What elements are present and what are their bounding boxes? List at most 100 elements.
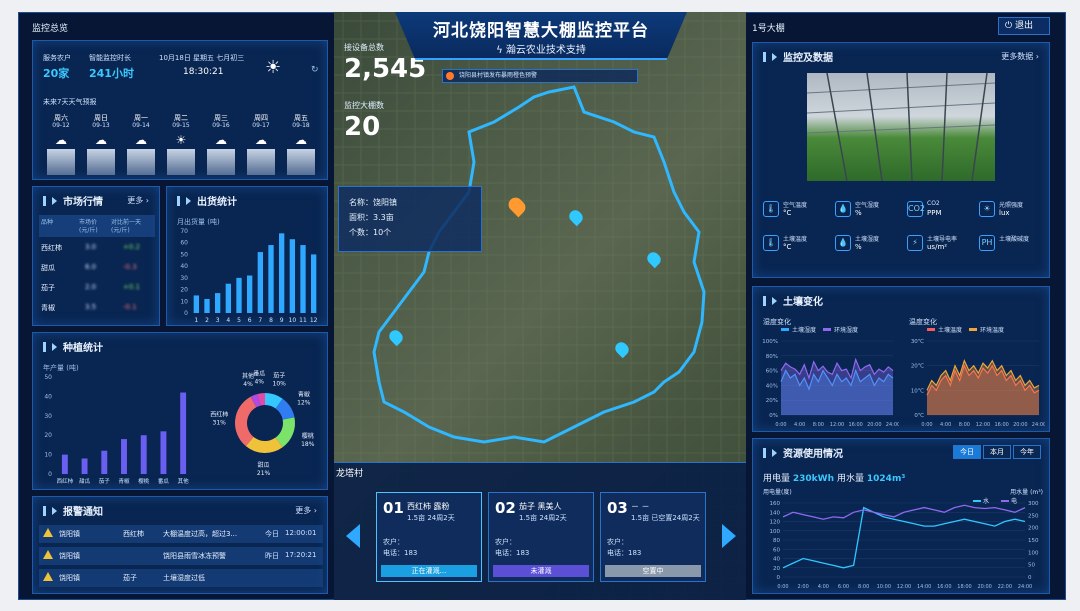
x-tick-label: 14:00 bbox=[917, 584, 931, 590]
series-line bbox=[782, 506, 1026, 569]
greenhouse-camera-feed[interactable] bbox=[807, 73, 995, 181]
card-number: 02 bbox=[495, 499, 516, 517]
x-tick-label: 3 bbox=[216, 317, 220, 324]
card-status-button[interactable]: 正在灌溉... bbox=[381, 565, 477, 577]
x-tick-label: 其他 bbox=[178, 477, 190, 485]
alert-message: 土壤湿度过低 bbox=[163, 574, 205, 582]
planting-donut-chart: 茄子10%青椒12%樱桃18%甜瓜21%西红柿31%其他4%番瓜4% bbox=[210, 370, 315, 477]
planting-header: 种植统计 bbox=[43, 339, 103, 354]
x-tick-label: 甜瓜 bbox=[79, 477, 91, 485]
region-area: 面积：3.3亩 bbox=[349, 213, 394, 222]
overview-panel: 服务农户 20家 智能监控时长 241小时 10月18日 星期五 七月初三 18… bbox=[32, 40, 328, 180]
greenhouse-selector[interactable]: 1号大棚 bbox=[752, 21, 785, 34]
pie-label: 番瓜 bbox=[253, 370, 265, 377]
warning-icon bbox=[43, 528, 53, 537]
y-tick-label: 10 bbox=[44, 452, 52, 459]
alert-row[interactable]: 饶阳镇 饶阳县雨雪冰冻预警 昨日 17:20:21 bbox=[39, 547, 323, 565]
right-axis-unit: 用水量 (m³) bbox=[1010, 488, 1043, 496]
alert-message: 饶阳县雨雪冰冻预警 bbox=[163, 552, 226, 560]
bar bbox=[193, 295, 199, 313]
alert-row[interactable]: 饶阳镇 西红柿 大棚温度过高，超过3... 今日 12:00:01 bbox=[39, 525, 323, 543]
x-tick-label: 10 bbox=[289, 317, 297, 324]
next-arrow-icon[interactable] bbox=[722, 524, 736, 548]
y-tick-label: 40 bbox=[44, 393, 52, 400]
refresh-icon[interactable]: ↻ bbox=[311, 65, 319, 75]
sensor-reading: PH 土壤酸碱度 bbox=[979, 233, 1049, 255]
y-tick-label: 20% bbox=[766, 398, 778, 404]
sensor-icon: ☀ bbox=[979, 201, 995, 217]
sensor-value: lux bbox=[999, 209, 1010, 217]
y-tick-label: 40 bbox=[773, 557, 780, 563]
bar bbox=[247, 275, 253, 313]
x-tick-label: 1 bbox=[194, 317, 198, 324]
x-tick-label: 4 bbox=[226, 317, 230, 324]
greenhouse-label: 监控大棚数 bbox=[344, 101, 384, 110]
power-usage: 用电量 230kWh bbox=[763, 471, 834, 484]
card-status-button[interactable]: 空置中 bbox=[605, 565, 701, 577]
bar bbox=[101, 450, 108, 474]
x-tick-label: 8:00 bbox=[959, 422, 970, 428]
sensor-reading: ⚡ 土壤导电率 us/m² bbox=[907, 233, 977, 255]
y-tick-label: 20 bbox=[180, 287, 188, 294]
card-crop: 茄子 黑美人 bbox=[519, 502, 562, 511]
card-farmer: 农户： bbox=[495, 538, 516, 546]
y2-tick-label: 150 bbox=[1028, 538, 1039, 544]
greenhouse-card[interactable]: 03 － － 1.5亩 已空置24周2天 农户： 电话：183 空置中 bbox=[600, 492, 706, 582]
card-status-button[interactable]: 未灌溉 bbox=[493, 565, 589, 577]
pie-percent: 10% bbox=[273, 380, 287, 387]
clock-text: 18:30:21 bbox=[183, 67, 224, 77]
shipping-bar-chart: 0102030405060701 2 3 4 5 6 7 8 9 10 11 12 bbox=[180, 228, 317, 324]
farmers-label: 服务农户 bbox=[43, 54, 71, 62]
monitor-panel: 监控及数据 更多数据 › 🌡 空气温度 °C 💧 空气湿度% CO2 CO2 PPM ☀ 光照强度… bbox=[752, 42, 1050, 278]
logout-button[interactable]: ⏻ 退出 bbox=[998, 17, 1050, 35]
farmers-value: 20家 bbox=[43, 67, 70, 80]
planting-title: 种植统计 bbox=[63, 343, 103, 354]
market-more-link[interactable]: 更多 › bbox=[127, 195, 149, 206]
bar bbox=[81, 458, 88, 474]
y-tick-label: 20 bbox=[773, 566, 780, 572]
bar bbox=[300, 245, 306, 313]
forecast-date: 09-18 bbox=[292, 122, 310, 129]
warning-notice[interactable]: 饶阳县村镇发布暴雨橙色预警 bbox=[442, 69, 638, 83]
device-label: 接设备总数 bbox=[344, 43, 384, 52]
market-column-header: 对比前一天 (元/斤) bbox=[111, 219, 142, 234]
bar bbox=[225, 283, 231, 313]
sensor-reading: ☀ 光照强度 lux bbox=[979, 199, 1049, 221]
resource-tab[interactable]: 今年 bbox=[1013, 445, 1041, 459]
sun-icon: ☀ bbox=[175, 133, 187, 147]
market-header: 市场行情 bbox=[43, 193, 103, 208]
resource-tab[interactable]: 本月 bbox=[983, 445, 1011, 459]
greenhouse-card[interactable]: 02 茄子 黑美人 1.5亩 24周2天 农户： 电话：183 未灌溉 bbox=[488, 492, 594, 582]
legend-swatch bbox=[781, 328, 789, 331]
planting-bar-chart: 0 10 20 30 40 50 西红柿 甜瓜 茄子 青椒 樱桃 番瓜 其他 bbox=[44, 374, 190, 485]
monitor-more-link[interactable]: 更多数据 › bbox=[1001, 51, 1039, 62]
y-tick-label: 20 bbox=[44, 432, 52, 439]
resources-panel: 资源使用情况 用电量 230kWh 用水量 1024m³ 用电量(度) 用水量 (… bbox=[752, 438, 1050, 594]
sensor-reading: 🌡 空气温度 °C bbox=[763, 199, 833, 221]
page-title: 河北饶阳智慧大棚监控平台 bbox=[433, 21, 649, 41]
x-tick-label: 4:00 bbox=[818, 584, 829, 590]
x-tick-label: 2 bbox=[205, 317, 209, 324]
sensor-icon: 🌡 bbox=[763, 201, 779, 217]
y2-tick-label: 100 bbox=[1028, 550, 1039, 556]
greenhouse-card[interactable]: 01 西红柿 露粉 1.5亩 24周2天 农户： 电话：183 正在灌溉... bbox=[376, 492, 482, 582]
sun-icon: ☀ bbox=[265, 57, 282, 78]
x-tick-label: 0:00 bbox=[775, 422, 786, 428]
sensor-value: °C bbox=[783, 243, 792, 251]
resource-tab[interactable]: 今日 bbox=[953, 445, 981, 459]
soil-panel: 土壤变化 湿度变化 温度变化 0% 20% 40% 60% 80% 100% 0:00 4:0… bbox=[752, 286, 1050, 432]
monitor-value: 241小时 bbox=[89, 67, 134, 80]
forecast-title: 未来7天天气预报 bbox=[43, 98, 97, 106]
card-area: 1.5亩 24周2天 bbox=[519, 514, 567, 522]
alert-row[interactable]: 饶阳镇 茄子 土壤湿度过低 bbox=[39, 569, 323, 587]
warning-icon bbox=[446, 72, 454, 80]
x-tick-label: 12:00 bbox=[976, 422, 990, 428]
card-crop: 西红柿 露粉 bbox=[407, 502, 450, 511]
alerts-more-link[interactable]: 更多 › bbox=[295, 505, 317, 516]
x-tick-label: 16:00 bbox=[937, 584, 951, 590]
prev-arrow-icon[interactable] bbox=[346, 524, 360, 548]
legend-label: 土壤湿度 bbox=[792, 326, 816, 334]
x-tick-label: 4:00 bbox=[794, 422, 805, 428]
y-tick-label: 80% bbox=[766, 354, 778, 360]
humidity-line-chart: 0% 20% 40% 60% 80% 100% 0:00 4:00 8:00 12:00 16:00… bbox=[762, 326, 899, 428]
